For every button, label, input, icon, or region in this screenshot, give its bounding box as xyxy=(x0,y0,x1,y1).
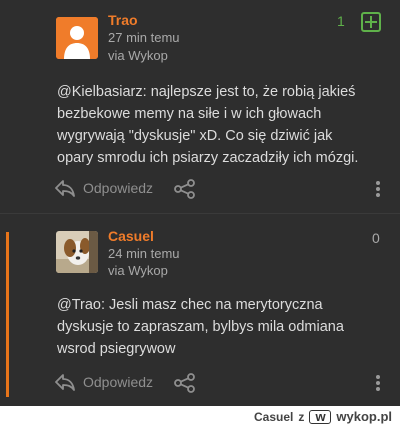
reply-label: Odpowiedz xyxy=(83,374,154,390)
timestamp: 27 min temu xyxy=(108,30,180,45)
more-options-icon[interactable] xyxy=(375,374,381,392)
reply-button[interactable]: Odpowiedz xyxy=(55,179,153,197)
wykop-logo-icon: w xyxy=(309,409,332,424)
comment-body: @Kielbasiarz: najlepsze jest to, że robi… xyxy=(57,81,392,169)
vote-score: 0 xyxy=(372,230,380,246)
share-icon[interactable] xyxy=(174,179,196,199)
plus-square-icon[interactable] xyxy=(361,12,381,32)
watermark-author: Casuel xyxy=(254,409,294,424)
reply-button[interactable]: Odpowiedz xyxy=(55,373,153,391)
comment-line: @Trao: Jesli masz chec na merytoryczna xyxy=(57,297,323,313)
watermark-site: wykop.pl xyxy=(336,409,392,424)
vote-score: 1 xyxy=(337,13,345,29)
reply-thread-indicator xyxy=(6,232,9,397)
share-icon[interactable] xyxy=(174,373,196,393)
reply-arrow-icon xyxy=(55,179,75,197)
reply-arrow-icon xyxy=(55,373,75,391)
comment-line: wsrod psiegrywow xyxy=(57,341,176,357)
source-watermark: Casuel z w wykop.pl xyxy=(0,406,400,427)
reply-label: Odpowiedz xyxy=(83,180,154,196)
watermark-conjunction: z xyxy=(298,409,305,424)
comment-line: @Kielbasiarz: najlepsze jest to, że robi… xyxy=(57,84,356,100)
comment-line: dyskusje to zapraszam, bylbys mila odmia… xyxy=(57,319,344,335)
comment-thread: Trao 27 min temu via Wykop 1 @Kielbasiar… xyxy=(0,0,400,406)
timestamp: 24 min temu xyxy=(108,246,180,261)
more-options-icon[interactable] xyxy=(375,180,381,198)
comment-item: Casuel 24 min temu via Wykop 0 @Trao: Je… xyxy=(0,214,400,406)
comment-line: wygrywają "dyskusje" xD. Co się dziwić j… xyxy=(57,128,333,144)
comment-body: @Trao: Jesli masz chec na merytoryczna d… xyxy=(57,294,392,360)
author-name[interactable]: Casuel xyxy=(108,228,154,244)
source-label: via Wykop xyxy=(108,263,168,278)
comment-line: bezbekowe memy na siłe i w ich głowach xyxy=(57,106,322,122)
comment-line: opary smrodu ich psiarzy zaczadziły ich … xyxy=(57,150,359,166)
comment-item: Trao 27 min temu via Wykop 1 @Kielbasiar… xyxy=(0,0,400,214)
dog-photo-avatar[interactable] xyxy=(56,231,98,273)
source-label: via Wykop xyxy=(108,48,168,63)
default-user-avatar-icon[interactable] xyxy=(56,17,98,59)
author-name[interactable]: Trao xyxy=(108,12,138,28)
